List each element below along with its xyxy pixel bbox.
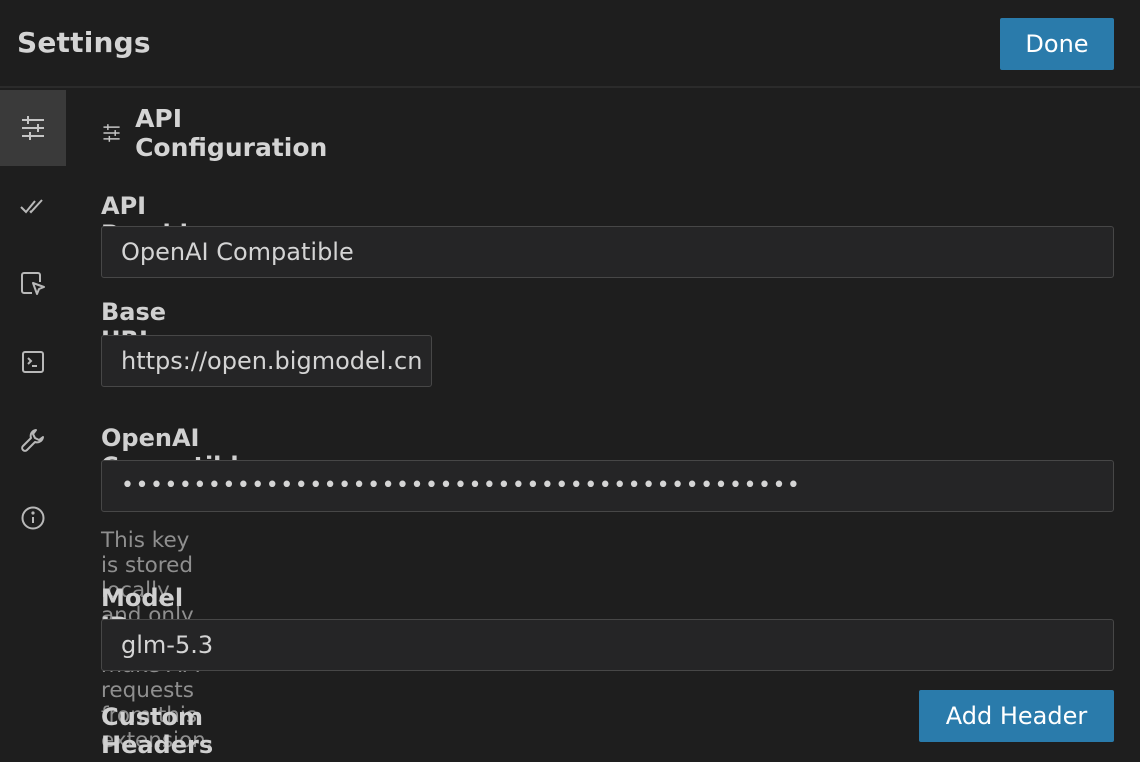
tab-about[interactable]	[0, 480, 66, 556]
cursor-select-icon	[21, 272, 45, 295]
wrench-icon	[21, 429, 44, 452]
done-button[interactable]: Done	[1000, 18, 1114, 70]
tab-terminal[interactable]	[0, 324, 66, 400]
settings-header: Settings Done	[0, 0, 1140, 88]
section-header: API Configuration	[102, 104, 332, 162]
api-provider-select[interactable]: OpenAI Compatible	[101, 226, 1114, 278]
tab-experimental[interactable]	[0, 402, 66, 478]
tab-api-configuration[interactable]	[0, 90, 66, 166]
api-key-input[interactable]: ••••••••••••••••••••••••••••••••••••••••…	[101, 460, 1114, 512]
page-title: Settings	[17, 26, 151, 59]
double-check-icon	[20, 199, 43, 214]
model-id-input[interactable]: glm-5.3	[101, 619, 1114, 671]
custom-headers-label: Custom Headers	[101, 703, 214, 759]
base-url-input[interactable]: https://open.bigmodel.cn	[101, 335, 432, 387]
terminal-icon	[22, 351, 44, 373]
sliders-icon	[103, 124, 120, 142]
info-icon	[21, 506, 45, 530]
settings-sidebar	[0, 90, 66, 762]
sliders-icon	[22, 116, 44, 140]
section-title: API Configuration	[135, 104, 328, 162]
tab-browser[interactable]	[0, 246, 66, 322]
add-header-button[interactable]: Add Header	[919, 690, 1114, 742]
tab-auto-approve[interactable]	[0, 168, 66, 244]
